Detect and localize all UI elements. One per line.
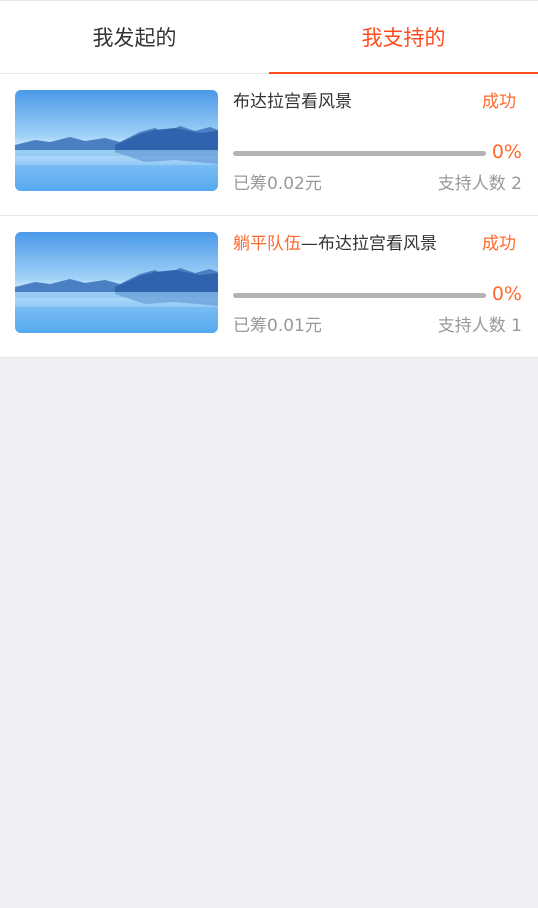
progress-percent: 0% <box>491 283 522 305</box>
project-list: 布达拉宫看风景 成功 0% 已筹0.02元 支持人数 2 躺平队伍—布达拉宫看风… <box>0 74 538 358</box>
raised-amount: 已筹0.02元 <box>233 174 322 194</box>
status-badge: 成功 <box>482 92 516 112</box>
status-badge: 成功 <box>482 234 516 254</box>
project-title-prefix: 躺平队伍 <box>233 234 301 254</box>
raised-amount: 已筹0.01元 <box>233 316 322 336</box>
project-title-text: —布达拉宫看风景 <box>301 234 437 254</box>
list-item[interactable]: 躺平队伍—布达拉宫看风景 成功 0% 已筹0.01元 支持人数 1 <box>0 216 538 358</box>
tab-my-supported[interactable]: 我支持的 <box>269 1 538 74</box>
list-item[interactable]: 布达拉宫看风景 成功 0% 已筹0.02元 支持人数 2 <box>0 74 538 216</box>
project-thumbnail <box>15 90 218 191</box>
tab-my-initiated[interactable]: 我发起的 <box>0 1 269 73</box>
progress-percent: 0% <box>491 141 522 163</box>
project-title: 布达拉宫看风景 <box>233 90 463 114</box>
lake-mountain-image <box>15 232 218 333</box>
tab-bar: 我发起的 我支持的 <box>0 0 538 74</box>
supporter-count: 支持人数 1 <box>437 316 522 336</box>
progress-bar <box>233 293 486 298</box>
project-thumbnail <box>15 232 218 333</box>
project-title: 躺平队伍—布达拉宫看风景 <box>233 232 463 256</box>
progress-bar <box>233 151 486 156</box>
lake-mountain-image <box>15 90 218 191</box>
project-title-text: 布达拉宫看风景 <box>233 92 352 112</box>
supporter-count: 支持人数 2 <box>437 174 522 194</box>
